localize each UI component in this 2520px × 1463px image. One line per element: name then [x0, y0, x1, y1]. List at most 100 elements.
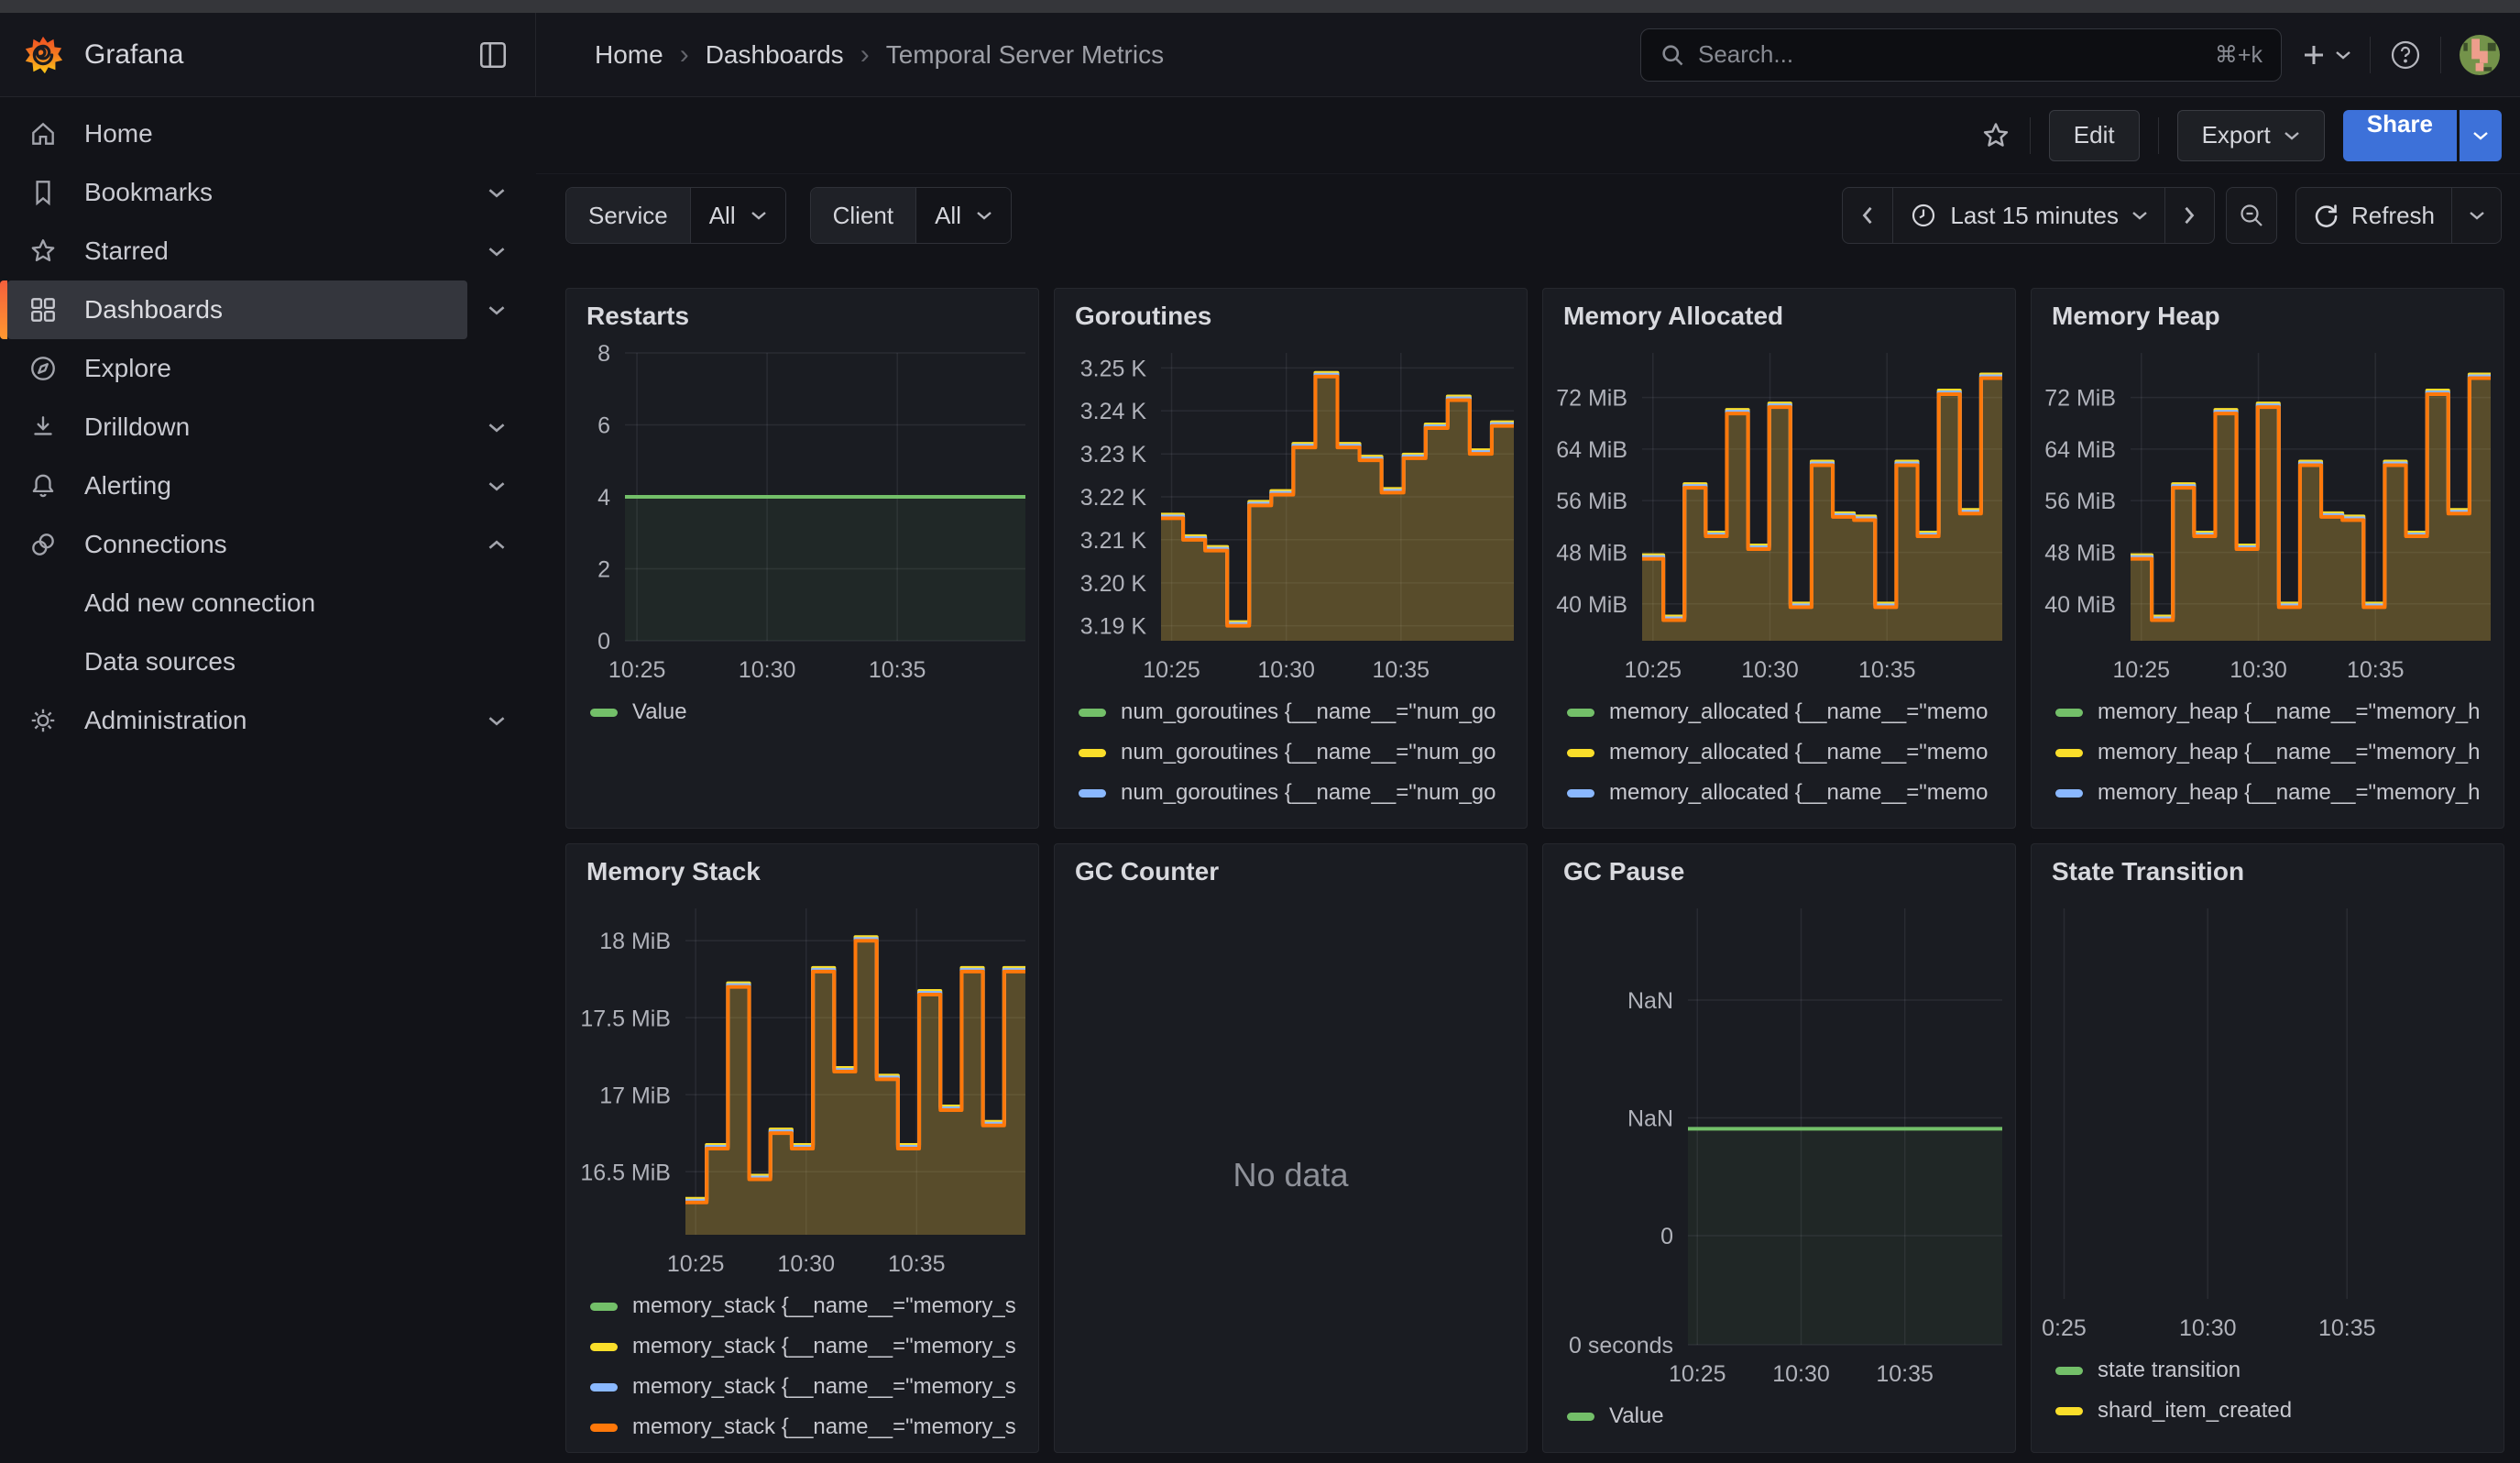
grafana-logo-icon[interactable] [22, 34, 64, 76]
compass-icon [27, 354, 59, 383]
panel-title[interactable]: Goroutines [1055, 302, 1527, 342]
sidebar-item-bookmarks[interactable]: Bookmarks [7, 163, 467, 222]
panel-gc-pause: GC Pause NaNNaN00 seconds10:2510:3010:35… [1542, 843, 2016, 1453]
sidebar-item-add-new-connection[interactable]: Add new connection [7, 574, 467, 632]
sidebar-item-connections[interactable]: Connections [7, 515, 467, 574]
svg-text:10:30: 10:30 [1257, 657, 1315, 683]
chevron-down-icon[interactable] [488, 246, 506, 258]
time-forward-button[interactable] [2164, 188, 2214, 243]
legend-item[interactable]: memory_stack {__name__="memory_s [590, 1367, 1018, 1407]
time-series-chart[interactable]: 18 MiB17.5 MiB17 MiB16.5 MiB10:2510:3010… [566, 897, 1038, 1282]
svg-text:6: 6 [597, 413, 610, 439]
sidebar-item-data-sources[interactable]: Data sources [7, 632, 467, 691]
time-range-picker[interactable]: Last 15 minutes [1892, 188, 2164, 243]
panel-memory-allocated: Memory Allocated 72 MiB64 MiB56 MiB48 Mi… [1542, 288, 2016, 829]
legend-item[interactable]: memory_heap {__name__="memory_h [2055, 813, 2483, 817]
svg-text:56 MiB: 56 MiB [1556, 489, 1627, 514]
zoom-out-button[interactable] [2227, 188, 2276, 243]
panel-title[interactable]: GC Pause [1543, 857, 2015, 897]
sidebar-item-alerting[interactable]: Alerting [7, 456, 467, 515]
panel-title[interactable]: Memory Heap [2032, 302, 2504, 342]
svg-text:3.21 K: 3.21 K [1080, 528, 1147, 554]
chevron-down-icon[interactable] [488, 187, 506, 199]
time-back-button[interactable] [1843, 188, 1892, 243]
legend-item[interactable]: state transition [2055, 1350, 2483, 1391]
time-series-chart[interactable]: NaNNaN00 seconds10:2510:3010:35 [1543, 897, 2015, 1392]
panel-title[interactable]: Memory Stack [566, 857, 1038, 897]
search-input[interactable]: Search... ⌘+k [1640, 28, 2282, 82]
panel-title[interactable]: Memory Allocated [1543, 302, 2015, 342]
svg-text:40 MiB: 40 MiB [1556, 592, 1627, 618]
time-series-chart[interactable]: 8642010:2510:3010:35 [566, 342, 1038, 688]
time-series-chart[interactable]: 3.25 K3.24 K3.23 K3.22 K3.21 K3.20 K3.19… [1055, 342, 1527, 688]
legend-swatch [590, 709, 618, 717]
legend-swatch [590, 1424, 618, 1432]
client-variable-select[interactable]: All [915, 188, 1011, 243]
legend-item[interactable]: memory_heap {__name__="memory_h [2055, 692, 2483, 732]
sidebar-item-drilldown[interactable]: Drilldown [7, 398, 467, 456]
header-brand-area: Grafana [0, 13, 536, 96]
chevron-down-icon [2131, 210, 2148, 221]
time-series-chart[interactable]: 72 MiB64 MiB56 MiB48 MiB40 MiB10:2510:30… [1543, 342, 2015, 688]
client-variable-label: Client [811, 188, 915, 243]
export-button[interactable]: Export [2177, 110, 2325, 161]
sidebar-item-administration[interactable]: Administration [7, 691, 467, 750]
legend-item[interactable]: memory_stack {__name__="memory_s [590, 1326, 1018, 1367]
svg-text:10:25: 10:25 [1625, 657, 1682, 683]
sidebar-item-explore[interactable]: Explore [7, 339, 467, 398]
time-series-chart[interactable]: 0:2510:3010:35 [2032, 897, 2504, 1347]
share-button[interactable]: Share [2343, 110, 2457, 161]
refresh-interval-dropdown[interactable] [2451, 188, 2501, 243]
legend-item[interactable]: Value [1567, 1396, 1995, 1436]
favorite-star-icon[interactable] [1980, 120, 2011, 151]
legend-item[interactable]: Value [590, 692, 1018, 732]
legend-item[interactable]: num_goroutines {__name__="num_go [1079, 692, 1507, 732]
sidebar-item-home[interactable]: Home [7, 104, 467, 163]
divider [2370, 37, 2371, 73]
legend-item[interactable]: shard_item_created [2055, 1391, 2483, 1431]
search-icon [1660, 42, 1685, 68]
panel-title[interactable]: State Transition [2032, 857, 2504, 897]
chevron-down-icon[interactable] [488, 480, 506, 492]
search-placeholder: Search... [1698, 40, 1793, 69]
legend-item[interactable]: memory_allocated {__name__="memo [1567, 732, 1995, 773]
legend-item[interactable]: memory_allocated {__name__="memo [1567, 813, 1995, 817]
export-button-label: Export [2202, 121, 2271, 149]
svg-text:10:30: 10:30 [739, 657, 796, 683]
legend-item[interactable]: num_goroutines {__name__="num_go [1079, 732, 1507, 773]
legend-item[interactable]: memory_allocated {__name__="memo [1567, 773, 1995, 813]
svg-text:40 MiB: 40 MiB [2044, 592, 2116, 618]
help-button[interactable] [2389, 38, 2422, 72]
refresh-button[interactable]: Refresh [2296, 188, 2451, 243]
svg-text:64 MiB: 64 MiB [2044, 437, 2116, 463]
chevron-up-icon[interactable] [488, 539, 506, 551]
sidebar-toggle-icon[interactable] [478, 39, 508, 71]
sidebar-item-label: Administration [84, 706, 247, 735]
user-avatar[interactable] [2460, 35, 2500, 75]
service-variable-select[interactable]: All [690, 188, 785, 243]
chevron-down-icon[interactable] [488, 715, 506, 727]
no-data-message: No data [1233, 1156, 1348, 1194]
panel-title[interactable]: GC Counter [1055, 857, 1527, 897]
breadcrumb-dashboards[interactable]: Dashboards [706, 40, 844, 70]
sidebar-item-dashboards[interactable]: Dashboards [7, 280, 467, 339]
legend-item[interactable]: memory_stack {__name__="memory_s [590, 1286, 1018, 1326]
sidebar-item-starred[interactable]: Starred [7, 222, 467, 280]
legend-item[interactable]: num_goroutines {__name__="num_go [1079, 773, 1507, 813]
chevron-down-icon[interactable] [488, 304, 506, 316]
edit-button[interactable]: Edit [2049, 110, 2140, 161]
legend-item[interactable]: memory_heap {__name__="memory_h [2055, 773, 2483, 813]
breadcrumb-home[interactable]: Home [595, 40, 663, 70]
svg-text:72 MiB: 72 MiB [2044, 386, 2116, 412]
legend-swatch [1079, 789, 1106, 798]
legend-item[interactable]: memory_stack {__name__="memory_s [590, 1407, 1018, 1447]
chevron-down-icon[interactable] [488, 422, 506, 434]
legend-item[interactable]: memory_heap {__name__="memory_h [2055, 732, 2483, 773]
legend-item[interactable]: num_goroutines {__name__="num_go [1079, 813, 1507, 817]
legend-item[interactable]: memory_allocated {__name__="memo [1567, 692, 1995, 732]
time-series-chart[interactable]: 72 MiB64 MiB56 MiB48 MiB40 MiB10:2510:30… [2032, 342, 2504, 688]
share-dropdown-button[interactable] [2460, 110, 2502, 161]
add-new-button[interactable] [2300, 41, 2351, 69]
panel-title[interactable]: Restarts [566, 302, 1038, 342]
app-header: Grafana Home › Dashboards › Temporal Ser… [0, 13, 2520, 97]
